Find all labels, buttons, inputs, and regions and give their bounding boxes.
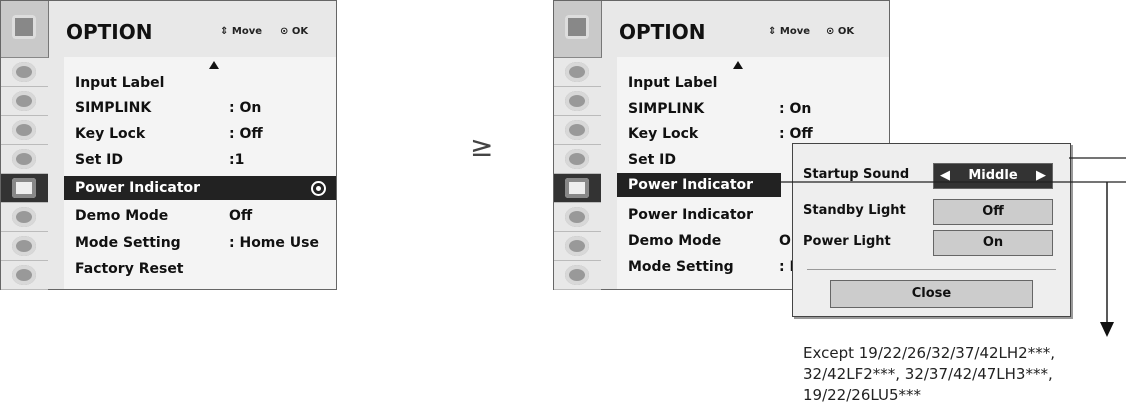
- menu-row-mode-setting[interactable]: Mode Setting: Home Use: [64, 231, 336, 255]
- menu-row-demo-mode[interactable]: Demo Mode Off: [64, 204, 336, 228]
- audio-category-icon[interactable]: [1, 116, 48, 145]
- option-category-icon-selected[interactable]: [1, 174, 48, 203]
- option-menu-left: OPTION ⇕ Move ⊙ OK Input Label SIMPLINK:…: [0, 0, 337, 290]
- down-arrow-icon: [1100, 322, 1114, 337]
- picture-category-icon[interactable]: [554, 58, 601, 87]
- standby-light-value[interactable]: Off: [933, 199, 1053, 225]
- picture-category-icon[interactable]: [1, 58, 48, 87]
- audio-category-icon[interactable]: [554, 116, 601, 145]
- close-button[interactable]: Close: [830, 280, 1033, 308]
- option-category-icon: [554, 1, 602, 58]
- category-icon-column: [554, 58, 601, 290]
- input-category-icon[interactable]: [1, 203, 48, 232]
- scroll-up-arrow-icon[interactable]: [733, 61, 743, 69]
- input-category-icon[interactable]: [554, 203, 601, 232]
- screen-category-icon[interactable]: [554, 87, 601, 116]
- time-category-icon[interactable]: [554, 145, 601, 174]
- menu-row-power-indicator-selected[interactable]: Power Indicator: [617, 173, 781, 197]
- lock-category-icon[interactable]: [1, 232, 48, 261]
- model-exception-note: Except 19/22/26/32/37/42LH2***, 32/42LF2…: [803, 344, 1055, 404]
- option-category-icon: [1, 1, 49, 58]
- media-category-icon[interactable]: [1, 261, 48, 290]
- power-indicator-popup: Startup Sound ◀ Middle ▶ Standby Light O…: [792, 143, 1071, 317]
- power-light-value[interactable]: On: [933, 230, 1053, 256]
- move-hint: ⇕ Move: [768, 26, 810, 37]
- menu-title: OPTION: [619, 20, 706, 44]
- transition-arrow-icon: ≥: [470, 130, 494, 163]
- ok-hint: ⊙ OK: [280, 26, 309, 37]
- menu-row-key-lock[interactable]: Key Lock: Off: [64, 122, 336, 146]
- menu-row-input-label[interactable]: Input Label: [64, 71, 336, 95]
- ok-hint: ⊙ OK: [826, 26, 855, 37]
- menu-row-simplink[interactable]: SIMPLINK: On: [64, 96, 336, 120]
- left-arrow-icon[interactable]: ◀: [940, 164, 950, 188]
- lock-category-icon[interactable]: [554, 232, 601, 261]
- menu-row-power-indicator-selected[interactable]: Power Indicator: [64, 176, 336, 200]
- menu-items-panel: Input Label SIMPLINK: On Key Lock: Off S…: [64, 57, 336, 289]
- screen-category-icon[interactable]: [1, 87, 48, 116]
- startup-sound-selector[interactable]: ◀ Middle ▶: [933, 163, 1053, 189]
- category-icon-column: [1, 58, 48, 290]
- menu-title: OPTION: [66, 20, 153, 44]
- option-category-icon-selected[interactable]: [554, 174, 601, 203]
- menu-row-input-label[interactable]: Input Label: [617, 71, 889, 95]
- menu-row-simplink[interactable]: SIMPLINK: On: [617, 97, 889, 121]
- time-category-icon[interactable]: [1, 145, 48, 174]
- divider: [807, 269, 1056, 270]
- move-hint: ⇕ Move: [220, 26, 262, 37]
- scroll-up-arrow-icon[interactable]: [209, 61, 219, 69]
- menu-row-set-id[interactable]: Set ID:1: [64, 148, 336, 172]
- media-category-icon[interactable]: [554, 261, 601, 290]
- right-arrow-icon[interactable]: ▶: [1036, 164, 1046, 188]
- menu-row-factory-reset[interactable]: Factory Reset: [64, 257, 336, 281]
- ok-radio-icon: [311, 181, 326, 196]
